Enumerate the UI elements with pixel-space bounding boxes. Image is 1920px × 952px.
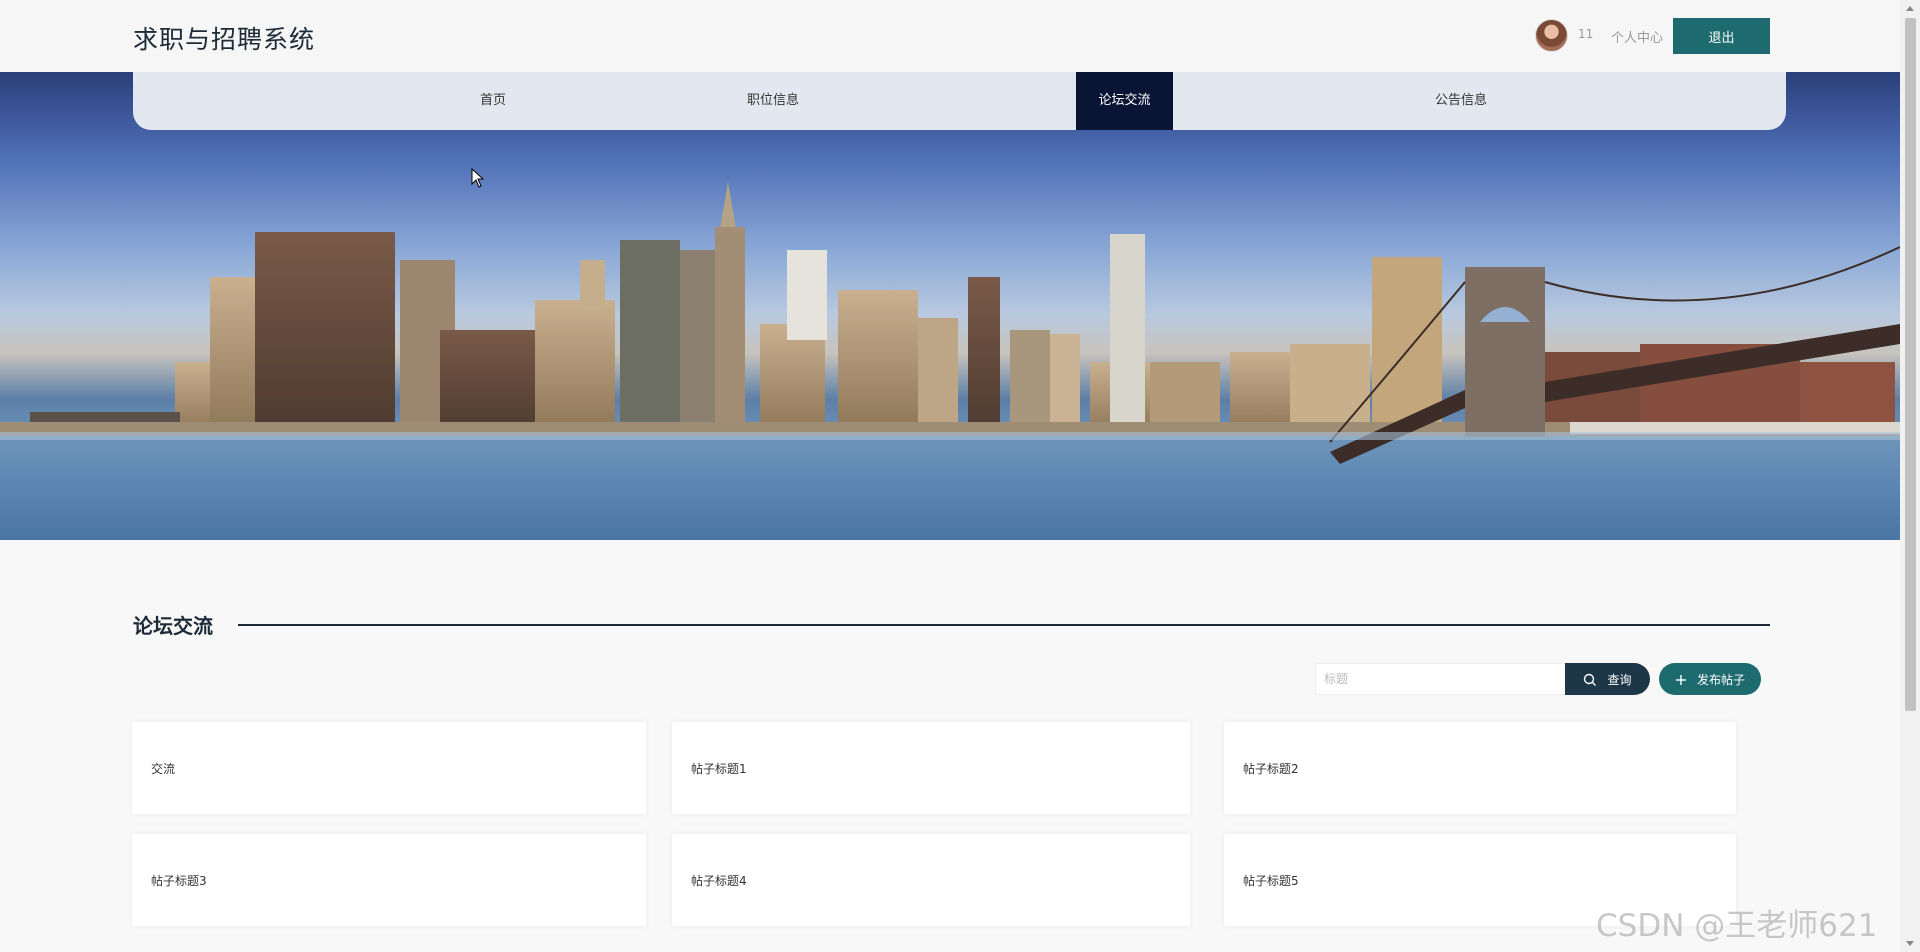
post-title: 帖子标题5 (1243, 874, 1299, 888)
scroll-down-icon[interactable] (1906, 941, 1914, 946)
scroll-thumb[interactable] (1905, 18, 1916, 711)
title-search-input[interactable] (1315, 663, 1566, 695)
user-avatar[interactable] (1535, 19, 1568, 52)
search-icon (1584, 673, 1597, 686)
nav-item-forum[interactable]: 论坛交流 (1076, 72, 1173, 130)
scroll-up-icon[interactable] (1906, 6, 1914, 11)
post-card[interactable]: 交流 (132, 722, 646, 814)
banner-image (0, 72, 1900, 540)
nav-item-home[interactable]: 首页 (413, 72, 573, 130)
page-scrollbar[interactable] (1900, 0, 1920, 952)
plus-icon (1675, 675, 1686, 685)
publish-post-label: 发布帖子 (1696, 672, 1745, 687)
publish-post-button[interactable]: 发布帖子 (1659, 663, 1761, 695)
logout-button[interactable]: 退出 (1673, 18, 1770, 54)
top-header: 求职与招聘系统 11 个人中心 退出 (0, 0, 1900, 72)
post-card[interactable]: 帖子标题2 (1224, 722, 1736, 814)
main-nav: 首页 职位信息 论坛交流 公告信息 (133, 72, 1786, 130)
mouse-cursor-icon (471, 168, 485, 188)
search-button-label: 查询 (1607, 672, 1632, 687)
post-card[interactable]: 帖子标题3 (132, 834, 646, 926)
post-title: 交流 (151, 762, 176, 776)
username: 11 (1578, 27, 1594, 41)
post-card[interactable]: 帖子标题1 (672, 722, 1190, 814)
csdn-watermark: CSDN @王老师621 (1596, 908, 1878, 944)
post-title: 帖子标题3 (151, 874, 207, 888)
search-button[interactable]: 查询 (1565, 663, 1650, 695)
section-divider (238, 624, 1770, 626)
nav-item-jobs[interactable]: 职位信息 (693, 72, 853, 130)
section-title: 论坛交流 (133, 614, 213, 638)
nav-item-notices[interactable]: 公告信息 (1381, 72, 1541, 130)
post-title: 帖子标题4 (691, 874, 747, 888)
site-title: 求职与招聘系统 (133, 25, 316, 54)
post-card[interactable]: 帖子标题4 (672, 834, 1190, 926)
post-title: 帖子标题2 (1243, 762, 1299, 776)
profile-link[interactable]: 个人中心 (1611, 27, 1663, 46)
city-skyline-illustration (0, 182, 1900, 540)
post-title: 帖子标题1 (691, 762, 747, 776)
